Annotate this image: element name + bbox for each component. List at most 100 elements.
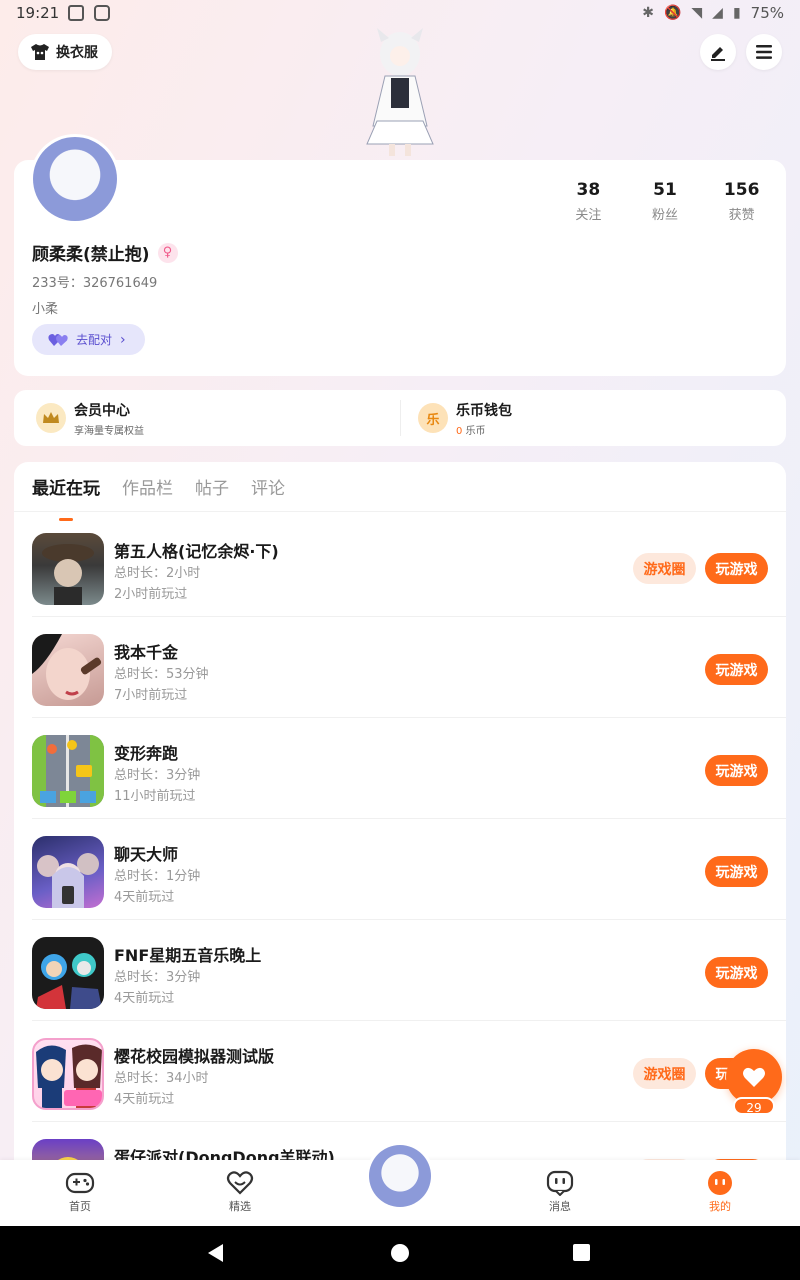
home-icon[interactable] (391, 1244, 409, 1262)
tab-posts[interactable]: 帖子 (195, 474, 229, 508)
game-name: FNF星期五音乐晚上 (114, 946, 262, 965)
game-icon-identity-v[interactable] (32, 533, 104, 605)
nav-label: 首页 (69, 1200, 91, 1213)
tab-comments[interactable]: 评论 (251, 474, 285, 508)
game-icon-shape-run[interactable] (32, 735, 104, 807)
tabs-divider (14, 511, 786, 512)
game-last-played: 7小时前玩过 (114, 688, 188, 703)
stat-num: 38 (576, 180, 601, 200)
wallet-balance-row: 0 乐币 (456, 422, 512, 437)
wardrobe-button[interactable]: 换衣服 (18, 34, 112, 70)
game-name: 聊天大师 (114, 845, 179, 864)
game-duration: 总时长：34小时 (114, 1071, 209, 1086)
profile-stats: 38 关注 51 粉丝 156 获赞 (550, 180, 780, 223)
character-figure[interactable] (355, 26, 445, 160)
female-icon: ♀ (157, 242, 178, 263)
nav-me[interactable]: 我的 (680, 1168, 760, 1214)
wardrobe-label: 换衣服 (56, 45, 98, 61)
recents-icon[interactable] (573, 1244, 590, 1261)
nav-label: 精选 (229, 1200, 251, 1213)
wifi-icon: ◥ (691, 5, 703, 21)
app-notification-icon (94, 5, 110, 21)
game-icon-chat-master[interactable] (32, 836, 104, 908)
hearts-icon (48, 333, 68, 346)
game-row[interactable]: 聊天大师 总时长：1分钟 4天前玩过 玩游戏 (14, 819, 786, 920)
status-bar: 19:21 ✱ 🔕 ◥ ◢ ▮ 75% (0, 0, 800, 28)
chevron-right-icon: › (120, 331, 126, 348)
play-game-button[interactable]: 玩游戏 (705, 856, 768, 887)
crown-icon (36, 403, 66, 433)
vip-title: 会员中心 (74, 402, 130, 419)
heart-outline-icon (226, 1171, 254, 1195)
nav-messages[interactable]: 消息 (520, 1168, 600, 1214)
menu-button[interactable] (746, 34, 782, 70)
tab-works[interactable]: 作品栏 (122, 474, 173, 508)
user-bio: 小柔 (32, 302, 59, 317)
pencil-icon (711, 47, 725, 61)
back-icon[interactable] (208, 1244, 223, 1262)
tshirt-icon (31, 44, 49, 60)
stat-label: 粉丝 (652, 208, 679, 223)
system-nav-bar (0, 1226, 800, 1280)
game-last-played: 4天前玩过 (114, 890, 175, 905)
game-row[interactable]: 我本千金 总时长：53分钟 7小时前玩过 玩游戏 (14, 617, 786, 718)
stat-label: 关注 (575, 208, 602, 223)
game-last-played: 4天前玩过 (114, 1092, 175, 1107)
game-circle-button[interactable]: 游戏圈 (633, 553, 696, 584)
game-duration: 总时长：53分钟 (114, 667, 209, 682)
stat-likes[interactable]: 156 获赞 (703, 180, 780, 223)
game-name: 第五人格(记忆余烬·下) (114, 542, 279, 561)
bluetooth-icon: ✱ (642, 5, 654, 21)
play-game-button[interactable]: 玩游戏 (705, 654, 768, 685)
nav-featured[interactable]: 精选 (200, 1168, 280, 1214)
status-time: 19:21 (16, 4, 60, 22)
game-row[interactable]: 樱花校园模拟器测试版 总时长：34小时 4天前玩过 游戏圈 玩游戏 (14, 1021, 786, 1122)
game-name: 樱花校园模拟器测试版 (114, 1047, 275, 1066)
nav-center-avatar[interactable] (366, 1142, 434, 1210)
battery-icon: ▮ (732, 5, 741, 21)
game-circle-button[interactable]: 游戏圈 (633, 1058, 696, 1089)
game-last-played: 4天前玩过 (114, 991, 175, 1006)
games-panel: 最近在玩 作品栏 帖子 评论 第五人格(记忆余烬·下) 总时长：2小时 2小时前… (14, 462, 786, 1202)
gamepad-icon (65, 1172, 95, 1194)
game-name: 变形奔跑 (114, 744, 179, 763)
wallet[interactable]: 乐 乐币钱包 0 乐币 (418, 390, 512, 446)
heart-count-badge: 29 (733, 1097, 775, 1115)
nav-label: 我的 (709, 1200, 731, 1213)
signal-icon: ◢ (712, 5, 723, 21)
avatar[interactable] (30, 134, 120, 224)
message-icon (546, 1170, 574, 1196)
play-game-button[interactable]: 玩游戏 (705, 553, 768, 584)
game-duration: 总时长：1分钟 (114, 869, 201, 884)
stat-num: 51 (653, 180, 677, 200)
game-last-played: 2小时前玩过 (114, 587, 188, 602)
tab-recent[interactable]: 最近在玩 (32, 474, 100, 521)
game-duration: 总时长：2小时 (114, 566, 201, 581)
heart-icon (743, 1067, 765, 1087)
game-icon-sakura-school[interactable] (32, 1038, 104, 1110)
game-row[interactable]: FNF星期五音乐晚上 总时长：3分钟 4天前玩过 玩游戏 (14, 920, 786, 1021)
wallet-unit: 乐币 (465, 425, 486, 437)
stat-followers[interactable]: 51 粉丝 (627, 180, 704, 223)
play-game-button[interactable]: 玩游戏 (705, 957, 768, 988)
profile-tabs: 最近在玩 作品栏 帖子 评论 (32, 474, 285, 521)
game-duration: 总时长：3分钟 (114, 768, 201, 783)
game-icon-wobenqianjin[interactable] (32, 634, 104, 706)
bottom-nav: 首页 精选 消息 我的 (0, 1142, 800, 1226)
nav-home[interactable]: 首页 (40, 1168, 120, 1214)
match-button[interactable]: 去配对 › (32, 324, 145, 355)
stat-following[interactable]: 38 关注 (550, 180, 627, 223)
game-row[interactable]: 第五人格(记忆余烬·下) 总时长：2小时 2小时前玩过 游戏圈 玩游戏 (14, 516, 786, 617)
match-label: 去配对 (76, 333, 113, 347)
game-row[interactable]: 变形奔跑 总时长：3分钟 11小时前玩过 玩游戏 (14, 718, 786, 819)
vip-center[interactable]: 会员中心 享海量专属权益 (36, 390, 144, 446)
edit-profile-button[interactable] (700, 34, 736, 70)
username: 顾柔柔(禁止抱) (32, 245, 150, 265)
vip-subtitle: 享海量专属权益 (74, 425, 144, 437)
mute-icon: 🔕 (663, 5, 682, 21)
battery-level: 75% (750, 4, 784, 22)
wallet-balance: 0 (456, 425, 463, 437)
game-icon-fnf[interactable] (32, 937, 104, 1009)
game-duration: 总时长：3分钟 (114, 970, 201, 985)
play-game-button[interactable]: 玩游戏 (705, 755, 768, 786)
